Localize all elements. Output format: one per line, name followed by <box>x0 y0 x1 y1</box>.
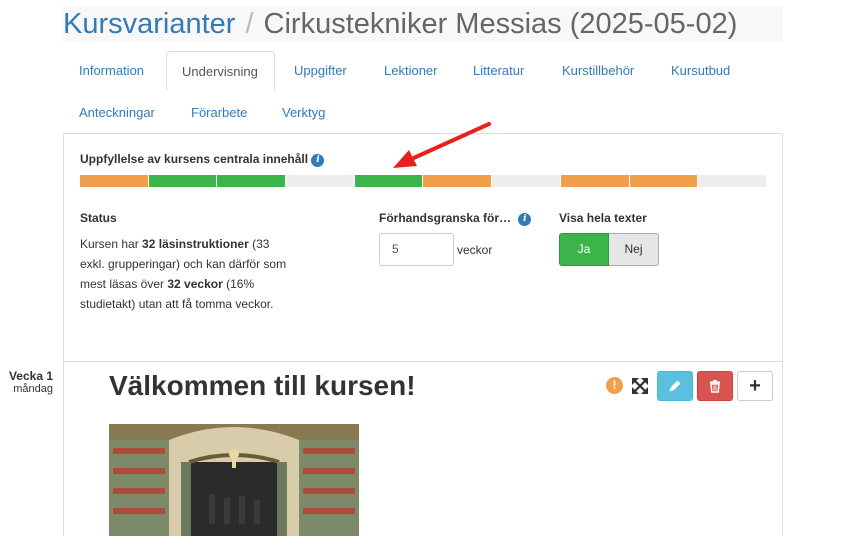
progress-label: Uppfyllelse av kursens centrala innehåll… <box>80 152 325 167</box>
tab-information[interactable]: Information <box>64 51 159 91</box>
full-texts-toggle: Ja Nej <box>559 233 659 266</box>
add-button[interactable]: + <box>737 371 773 401</box>
coverage-segment-orange <box>80 175 149 187</box>
coverage-segment-empty <box>492 175 561 187</box>
status-text: Kursen har 32 läsinstruktioner (33 exkl.… <box>80 234 295 314</box>
week-count: 32 veckor <box>167 277 223 291</box>
coverage-segment-empty <box>286 175 355 187</box>
coverage-segment-orange <box>423 175 493 187</box>
instruction-count: 32 läsinstruktioner <box>142 237 249 251</box>
tab-litteratur[interactable]: Litteratur <box>458 51 539 91</box>
info-icon[interactable]: i <box>311 154 325 167</box>
coverage-segment-green <box>148 175 218 187</box>
tab-anteckningar[interactable]: Anteckningar <box>64 93 170 133</box>
tab-forarbete[interactable]: Förarbete <box>176 93 262 133</box>
edit-button[interactable] <box>657 371 693 401</box>
preview-label-text: Förhandsgranska för… <box>379 211 512 225</box>
preview-weeks-unit: veckor <box>457 243 493 257</box>
full-texts-label: Visa hela texter <box>559 211 647 225</box>
content-coverage-bar <box>80 175 767 187</box>
coverage-segment-green <box>217 175 287 187</box>
red-arrow-annotation <box>393 122 491 168</box>
expand-icon[interactable] <box>630 376 650 396</box>
delete-button[interactable] <box>697 371 733 401</box>
status-label: Status <box>80 211 117 225</box>
trash-icon <box>710 380 720 393</box>
tab-undervisning[interactable]: Undervisning <box>166 51 275 91</box>
breadcrumb-separator: / <box>245 8 254 40</box>
full-texts-yes-button[interactable]: Ja <box>559 233 609 266</box>
preview-label: Förhandsgranska för… i <box>379 211 532 226</box>
info-icon[interactable]: i <box>518 213 532 226</box>
tab-kursutbud[interactable]: Kursutbud <box>656 51 745 91</box>
preview-weeks-input[interactable]: 5 <box>379 233 454 266</box>
warning-icon[interactable]: ! <box>606 377 623 394</box>
breadcrumb-current: Cirkustekniker Messias (2025-05-02) <box>263 8 738 40</box>
breadcrumb-link-kursvarianter[interactable]: Kursvarianter <box>63 8 235 40</box>
day-label: måndag <box>13 383 53 395</box>
full-texts-no-button[interactable]: Nej <box>609 233 659 266</box>
pencil-icon <box>669 380 681 392</box>
tab-lektioner[interactable]: Lektioner <box>369 51 452 91</box>
page-title: Kursvarianter / Cirkustekniker Messias (20… <box>63 6 783 42</box>
coverage-segment-empty <box>698 175 767 187</box>
tab-kurstillbehor[interactable]: Kurstillbehör <box>547 51 649 91</box>
lesson-title: Välkommen till kursen! <box>109 370 416 401</box>
tab-uppgifter[interactable]: Uppgifter <box>279 51 362 91</box>
progress-label-text: Uppfyllelse av kursens centrala innehåll <box>80 152 309 166</box>
coverage-segment-orange <box>560 175 630 187</box>
tab-verktyg[interactable]: Verktyg <box>267 93 340 133</box>
status-text-part: Kursen har <box>80 237 143 251</box>
coverage-segment-orange <box>629 175 699 187</box>
theater-illustration-image <box>109 424 359 536</box>
week-label: Vecka 1 <box>8 369 53 383</box>
coverage-segment-green <box>354 175 424 187</box>
